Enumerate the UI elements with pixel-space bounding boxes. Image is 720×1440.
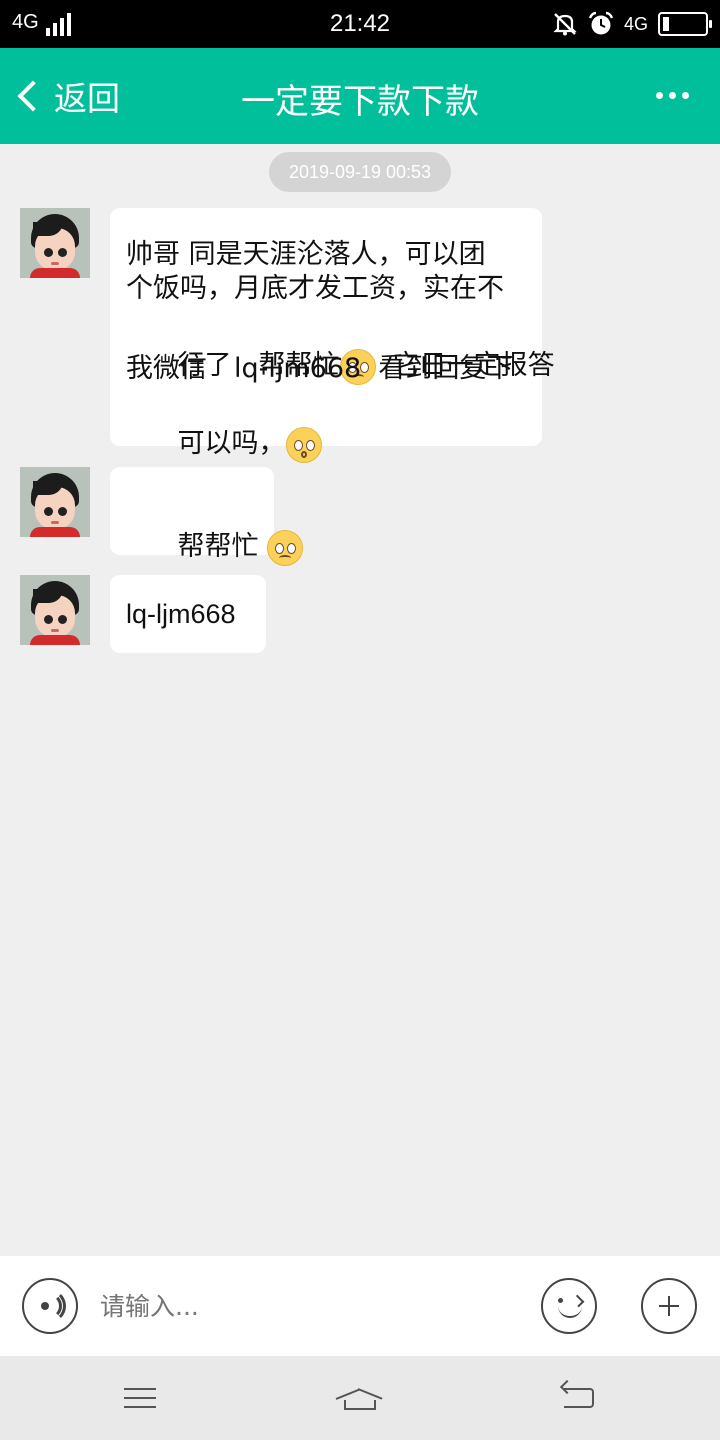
avatar[interactable]	[20, 208, 90, 278]
back-arrow-icon[interactable]	[550, 1376, 610, 1420]
message-line: lq-ljm668	[126, 599, 236, 629]
pleading-face-emoji	[267, 529, 304, 566]
alarm-icon	[588, 11, 614, 35]
message-timestamp: 2019-09-19 00:53	[269, 152, 451, 192]
voice-icon[interactable]	[22, 1278, 78, 1334]
plus-icon[interactable]	[641, 1278, 697, 1334]
emoji-icon[interactable]	[541, 1278, 597, 1334]
page-title: 一定要下款下款	[241, 82, 479, 122]
message-bubble[interactable]: lq-ljm668	[110, 575, 266, 653]
message-input[interactable]	[100, 1284, 520, 1328]
chevron-left-icon	[17, 80, 49, 112]
home-icon[interactable]	[330, 1376, 390, 1420]
avatar[interactable]	[20, 575, 90, 645]
chat-area[interactable]: 2019-09-19 00:53 帅哥 同是天涯沦落人，可以团 个饭吗，月底才发…	[0, 144, 720, 1256]
back-button[interactable]: 返回	[12, 74, 120, 118]
message-bubble[interactable]: 帅哥 同是天涯沦落人，可以团 个饭吗，月底才发工资，实在不 行了 帮帮忙 它日一…	[110, 208, 555, 463]
input-bar	[0, 1256, 720, 1356]
mute-icon	[553, 13, 577, 36]
status-bar: 4G 21:42 4G	[0, 0, 720, 48]
message-bubble[interactable]: 帮帮忙	[110, 467, 304, 566]
system-nav-bar	[0, 1356, 720, 1440]
menu-icon[interactable]	[110, 1376, 170, 1420]
avatar[interactable]	[20, 467, 90, 537]
message-line: 我微信 lq-ljm668 看到回复下	[126, 353, 514, 384]
message-line: 个饭吗，月底才发工资，实在不	[126, 273, 504, 304]
title-bar: 返回 一定要下款下款	[0, 48, 720, 144]
status-icons: 4G	[552, 8, 712, 40]
network-type-label-right: 4G	[623, 13, 648, 34]
hushed-face-emoji	[285, 426, 322, 463]
back-button-label: 返回	[54, 79, 120, 118]
battery-icon	[658, 12, 712, 36]
more-icon[interactable]	[652, 88, 692, 108]
